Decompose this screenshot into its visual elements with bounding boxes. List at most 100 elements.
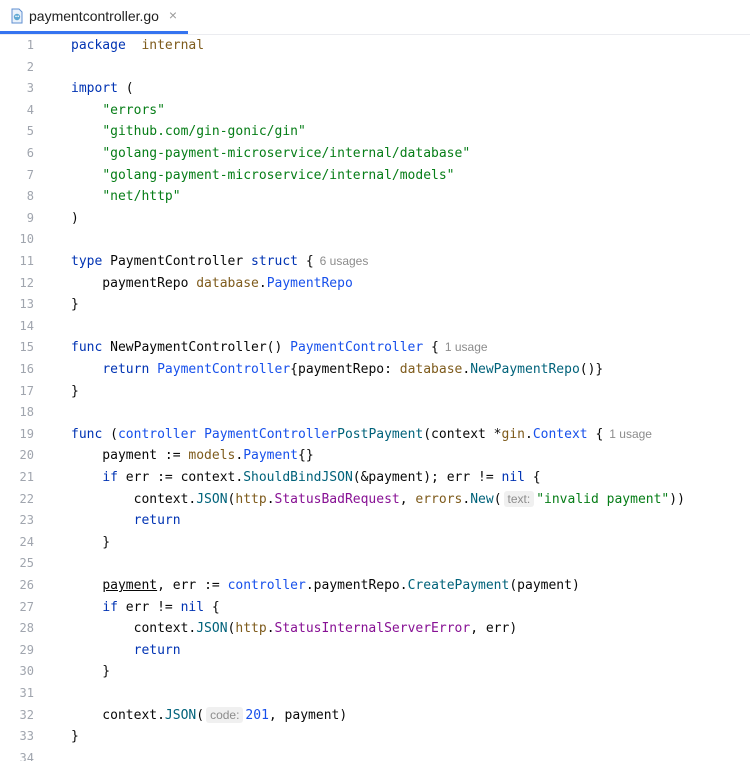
usage-hint[interactable]: 1 usage xyxy=(609,427,652,441)
code-line[interactable]: 26 payment, err := controller.paymentRep… xyxy=(0,575,750,597)
code-token: PostPayment xyxy=(337,426,424,442)
code-line[interactable]: 19 func (controller PaymentControllerPost… xyxy=(0,424,750,446)
code-token: { xyxy=(524,470,541,485)
code-line[interactable]: 20 payment := models.Payment{} xyxy=(0,445,750,467)
code-token: paymentRepo xyxy=(71,275,197,291)
code-token: errors xyxy=(415,491,463,507)
code-line[interactable]: 13} xyxy=(0,294,750,316)
code-token: err := context. xyxy=(117,470,244,485)
line-number: 18 xyxy=(19,405,34,420)
code-token: } xyxy=(71,383,79,399)
code-line[interactable]: 21 if err := context.ShouldBindJSON(&pay… xyxy=(0,467,750,489)
code-text: "net/http" xyxy=(71,186,181,208)
code-token: return xyxy=(133,513,181,529)
code-token: JSON xyxy=(196,491,228,507)
line-number: 23 xyxy=(19,513,34,528)
code-line[interactable]: 10 xyxy=(0,229,750,251)
code-line[interactable]: 6 "golang-payment-microservice/internal/… xyxy=(0,143,750,165)
code-line[interactable]: 2 xyxy=(0,57,750,79)
line-number: 20 xyxy=(19,448,34,463)
code-line[interactable]: 11 type PaymentController struct {6 usage… xyxy=(0,251,750,273)
code-line[interactable]: 8 "net/http" xyxy=(0,186,750,208)
code-token: "github.com/gin-gonic/gin" xyxy=(102,124,306,140)
code-text: "golang-payment-microservice/internal/mo… xyxy=(71,165,454,187)
code-token: context. xyxy=(71,621,197,637)
code-text: package internal xyxy=(71,35,204,57)
line-number: 8 xyxy=(26,189,34,204)
code-line[interactable]: 17} xyxy=(0,381,750,403)
code-line[interactable]: 27 if err != nil { xyxy=(0,597,750,619)
code-token: ) xyxy=(71,210,79,226)
line-number: 27 xyxy=(19,599,34,614)
tab-paymentcontroller[interactable]: paymentcontroller.go × xyxy=(0,0,188,34)
close-icon[interactable]: × xyxy=(166,6,180,24)
line-number: 1 xyxy=(26,38,34,52)
line-number: 29 xyxy=(19,642,34,657)
code-token: "net/http" xyxy=(102,189,181,205)
code-token: func xyxy=(71,340,103,356)
code-line[interactable]: 3 import ( xyxy=(0,78,750,100)
line-number: 13 xyxy=(19,297,34,312)
line-number: 33 xyxy=(19,729,34,744)
code-line[interactable]: 24 } xyxy=(0,532,750,554)
code-line[interactable]: 32 context.JSON(code: 201, payment) xyxy=(0,705,750,727)
code-text: import ( xyxy=(71,78,134,100)
code-token: context. xyxy=(71,707,165,723)
code-line[interactable]: 33} xyxy=(0,726,750,748)
code-token: controller xyxy=(227,578,306,593)
code-text: func NewPaymentController() PaymentContr… xyxy=(71,337,488,359)
code-token: "invalid payment" xyxy=(536,491,670,507)
code-line[interactable]: 30 } xyxy=(0,661,750,683)
code-token: nil xyxy=(501,470,525,485)
code-token: . xyxy=(266,491,275,507)
code-token: ()} xyxy=(579,362,604,377)
code-line[interactable]: 12 paymentRepo database.PaymentRepo xyxy=(0,273,750,295)
line-number: 30 xyxy=(19,664,34,679)
code-token: , err := xyxy=(157,578,228,593)
code-token: struct xyxy=(251,254,298,269)
code-text: payment := models.Payment{} xyxy=(71,445,314,467)
code-line[interactable]: 29 return xyxy=(0,640,750,662)
code-line[interactable]: 31 xyxy=(0,683,750,705)
code-token: PaymentRepo xyxy=(266,275,353,291)
code-token: StatusInternalServerError xyxy=(274,621,471,637)
go-file-icon xyxy=(11,8,23,24)
code-line[interactable]: 15 func NewPaymentController() PaymentCon… xyxy=(0,337,750,359)
code-line[interactable]: 14 xyxy=(0,316,750,338)
code-line[interactable]: 28 context.JSON(http.StatusInternalServe… xyxy=(0,618,750,640)
code-line[interactable]: 5 "github.com/gin-gonic/gin" xyxy=(0,121,750,143)
code-line[interactable]: 23 return xyxy=(0,510,750,532)
code-token: {paymentRepo: xyxy=(290,362,400,377)
code-line[interactable]: 4 "errors" xyxy=(0,100,750,122)
code-text: return xyxy=(71,510,181,532)
code-token: )) xyxy=(669,491,685,507)
code-line[interactable]: 9) xyxy=(0,208,750,230)
code-editor[interactable]: 1 package internal 2 3 import (4 "errors" 5 "… xyxy=(0,35,750,761)
line-number: 25 xyxy=(19,556,34,571)
code-token: (payment) xyxy=(509,578,580,593)
code-token: {} xyxy=(298,448,314,464)
code-line[interactable]: 18 xyxy=(0,402,750,424)
line-number: 9 xyxy=(26,210,34,225)
usage-hint[interactable]: 1 usage xyxy=(445,340,488,354)
code-line[interactable]: 25 xyxy=(0,553,750,575)
code-line[interactable]: 34 xyxy=(0,748,750,761)
code-line[interactable]: 22 context.JSON (http.StatusBadRequest, e… xyxy=(0,489,750,511)
line-number: 34 xyxy=(19,750,34,761)
code-line[interactable]: 7 "golang-payment-microservice/internal/… xyxy=(0,165,750,187)
code-text: return PaymentController{paymentRepo: da… xyxy=(71,359,603,381)
line-number: 28 xyxy=(19,621,34,636)
code-text: paymentRepo database.PaymentRepo xyxy=(71,273,353,295)
code-line[interactable]: 16 return PaymentController{paymentRepo:… xyxy=(0,359,750,381)
code-text: if err := context.ShouldBindJSON(&paymen… xyxy=(71,467,541,489)
usage-hint[interactable]: 6 usages xyxy=(320,254,369,268)
code-text: "github.com/gin-gonic/gin" xyxy=(71,121,306,143)
code-line[interactable]: 1 package internal xyxy=(0,35,750,57)
code-token: StatusBadRequest xyxy=(274,491,400,507)
code-token: return xyxy=(133,642,181,658)
